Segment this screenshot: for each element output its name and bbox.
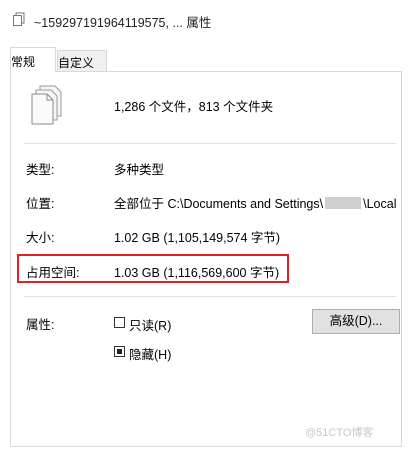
tab-custom-label: 自定义 — [58, 56, 95, 70]
type-label: 类型: — [26, 163, 55, 177]
hidden-label[interactable]: 隐藏(H) — [129, 344, 171, 363]
title-bar: ~159297191964119575, ... 属性 — [0, 0, 409, 40]
location-value: 全部位于 C:\Documents and Settings\ \Local — [114, 193, 396, 212]
divider — [24, 296, 396, 297]
location-prefix: 全部位于 C:\Documents and Settings\ — [114, 197, 324, 211]
folder-copy-icon — [13, 12, 25, 26]
size-label: 大小: — [26, 231, 55, 245]
multiple-files-icon — [31, 85, 62, 125]
attributes-label: 属性: — [26, 318, 55, 332]
hidden-checkbox[interactable] — [114, 346, 125, 357]
tab-general-label: 常规 — [11, 55, 36, 69]
watermark: @51CTO博客 — [305, 427, 374, 439]
size-on-disk-label: 占用空间: — [26, 266, 80, 280]
readonly-checkbox[interactable] — [114, 317, 125, 328]
summary-text: 1,286 个文件，813 个文件夹 — [114, 100, 274, 114]
tab-custom[interactable]: 自定义 — [57, 50, 107, 71]
location-label: 位置: — [26, 197, 55, 211]
size-on-disk-value: 1.03 GB (1,116,569,600 字节) — [114, 266, 280, 280]
advanced-button[interactable]: 高级(D)... — [312, 309, 400, 334]
type-value: 多种类型 — [114, 163, 165, 177]
window-title: ~159297191964119575, ... 属性 — [34, 16, 212, 30]
readonly-label[interactable]: 只读(R) — [129, 315, 171, 334]
location-suffix: \Local — [363, 197, 397, 211]
tab-general[interactable]: 常规 — [10, 47, 56, 72]
size-value: 1.02 GB (1,105,149,574 字节) — [114, 231, 281, 245]
redacted-username — [325, 197, 362, 209]
divider — [24, 143, 396, 144]
